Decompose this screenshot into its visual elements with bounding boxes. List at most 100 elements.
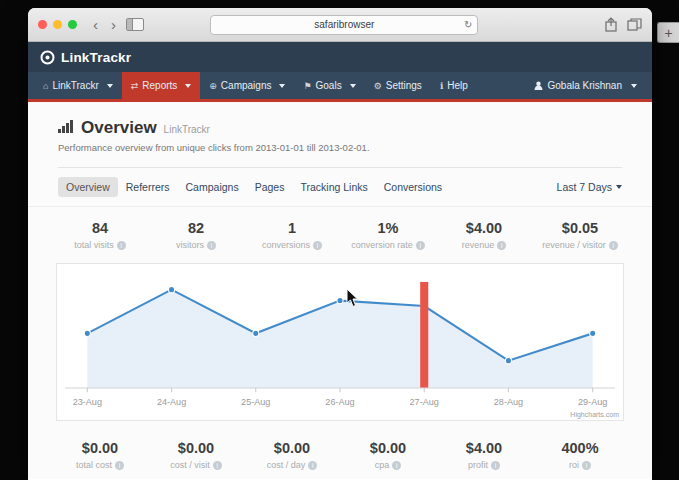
new-tab-button[interactable]: +: [657, 22, 679, 43]
svg-text:27-Aug: 27-Aug: [410, 397, 439, 407]
stat-value: $4.00: [436, 220, 532, 236]
help-icon: ℹ: [440, 81, 443, 91]
visits-chart: 23-Aug24-Aug25-Aug26-Aug27-Aug28-Aug29-A…: [56, 263, 624, 421]
nav-item-campaigns[interactable]: ⊕ Campaigns: [200, 72, 294, 99]
campaigns-icon: ⊕: [209, 81, 217, 91]
tab-referrers[interactable]: Referrers: [118, 177, 178, 197]
stat-value: 1: [244, 220, 340, 236]
stat-cost-day: $0.00 cost / day: [244, 440, 340, 470]
nav-item-linktrackr[interactable]: ⌂ LinkTrackr: [34, 72, 122, 99]
page-content: Overview LinkTrackr Performance overview…: [28, 102, 652, 479]
report-tabs: Overview Referrers Campaigns Pages Track…: [28, 168, 652, 207]
stat-value: $4.00: [436, 440, 532, 456]
stat-revenue-visitor: $0.05 revenue / visitor: [532, 220, 628, 250]
nav-item-help[interactable]: ℹ Help: [431, 72, 477, 99]
toolbar-right-icons: [604, 17, 642, 32]
stat-label: revenue / visitor: [542, 240, 606, 250]
nav-label: Reports: [142, 80, 177, 91]
stat-conversion-rate: 1% conversion rate: [340, 220, 436, 250]
nav-item-settings[interactable]: ⚙ Settings: [365, 72, 431, 99]
stat-value: 82: [148, 220, 244, 236]
info-icon[interactable]: [207, 241, 216, 250]
user-menu[interactable]: Gobala Krishnan: [525, 72, 647, 99]
page-description: Performance overview from unique clicks …: [58, 142, 622, 153]
tab-tracking-links[interactable]: Tracking Links: [292, 177, 375, 197]
info-icon[interactable]: [491, 461, 500, 470]
close-window-button[interactable]: [38, 20, 47, 29]
info-icon[interactable]: [392, 461, 401, 470]
zoom-window-button[interactable]: [68, 20, 77, 29]
chart-credit[interactable]: Highcharts.com: [570, 411, 619, 418]
forward-button[interactable]: ›: [108, 17, 119, 32]
info-icon[interactable]: [117, 241, 126, 250]
settings-icon: ⚙: [374, 81, 382, 91]
stat-roi: 400% roi: [532, 440, 628, 470]
stat-value: $0.00: [148, 440, 244, 456]
stats-row-bottom: $0.00 total cost $0.00 cost / visit $0.0…: [28, 427, 652, 479]
stat-label: profit: [468, 460, 488, 470]
svg-text:23-Aug: 23-Aug: [73, 397, 102, 407]
tab-pages[interactable]: Pages: [247, 177, 293, 197]
sidebar-toggle-icon[interactable]: [126, 18, 144, 31]
stat-value: $0.00: [244, 440, 340, 456]
tab-overview[interactable]: Overview: [58, 177, 118, 197]
nav-label: Help: [447, 80, 468, 91]
stat-label: conversion rate: [351, 240, 413, 250]
browser-window: ‹ › safaribrowser ↻: [28, 8, 652, 480]
page-head: Overview LinkTrackr Performance overview…: [28, 102, 652, 168]
info-icon[interactable]: [115, 461, 124, 470]
chart-canvas[interactable]: 23-Aug24-Aug25-Aug26-Aug27-Aug28-Aug29-A…: [57, 268, 623, 418]
nav-label: Goals: [316, 80, 342, 91]
refresh-icon[interactable]: ↻: [464, 19, 472, 30]
stats-row-top: 84 total visits 82 visitors 1 conversion…: [28, 207, 652, 261]
tab-campaigns[interactable]: Campaigns: [178, 177, 247, 197]
tabs-overview-icon[interactable]: [627, 18, 642, 31]
stat-value: $0.05: [532, 220, 628, 236]
info-icon[interactable]: [582, 461, 591, 470]
page-title-suffix: LinkTrackr: [164, 124, 210, 135]
info-icon[interactable]: [308, 461, 317, 470]
stat-visitors: 82 visitors: [148, 220, 244, 250]
stat-revenue: $4.00 revenue: [436, 220, 532, 250]
share-icon[interactable]: [604, 17, 618, 32]
stat-label: total cost: [76, 460, 112, 470]
screenshot-stage: + ‹ › safaribrowser ↻: [0, 0, 679, 480]
info-icon[interactable]: [609, 241, 618, 250]
stat-cpa: $0.00 cpa: [340, 440, 436, 470]
date-range-dropdown[interactable]: Last 7 Days: [557, 181, 622, 193]
nav-label: Settings: [386, 80, 422, 91]
stat-value: 400%: [532, 440, 628, 456]
nav-item-goals[interactable]: ⚑ Goals: [294, 72, 364, 99]
stat-value: $0.00: [52, 440, 148, 456]
stat-value: $0.00: [340, 440, 436, 456]
page-title: Overview: [81, 118, 157, 138]
window-controls: [38, 20, 77, 29]
nav-item-reports[interactable]: ⇄ Reports: [122, 72, 201, 99]
nav-label: Campaigns: [221, 80, 272, 91]
stat-label: revenue: [462, 240, 495, 250]
info-icon[interactable]: [313, 241, 322, 250]
stat-label: total visits: [74, 240, 114, 250]
brand-name: LinkTrackr: [61, 50, 131, 65]
user-icon: [534, 81, 543, 90]
main-nav: ⌂ LinkTrackr ⇄ Reports ⊕ Campaigns ⚑ Goa…: [28, 72, 652, 99]
stat-value: 84: [52, 220, 148, 236]
stat-profit: $4.00 profit: [436, 440, 532, 470]
tab-conversions[interactable]: Conversions: [376, 177, 450, 197]
stat-conversions: 1 conversions: [244, 220, 340, 250]
stat-label: cost / visit: [170, 460, 210, 470]
info-icon[interactable]: [497, 241, 506, 250]
site-header: LinkTrackr: [28, 42, 652, 72]
svg-text:26-Aug: 26-Aug: [325, 397, 354, 407]
goals-icon: ⚑: [303, 81, 311, 91]
info-icon[interactable]: [416, 241, 425, 250]
back-button[interactable]: ‹: [90, 17, 101, 32]
stat-total-visits: 84 total visits: [52, 220, 148, 250]
address-bar[interactable]: safaribrowser ↻: [210, 15, 478, 35]
browser-toolbar: ‹ › safaribrowser ↻: [28, 8, 652, 42]
reports-icon: ⇄: [131, 81, 139, 91]
info-icon[interactable]: [213, 461, 222, 470]
minimize-window-button[interactable]: [53, 20, 62, 29]
stat-value: 1%: [340, 220, 436, 236]
linktrackr-logo-icon: [40, 50, 55, 65]
